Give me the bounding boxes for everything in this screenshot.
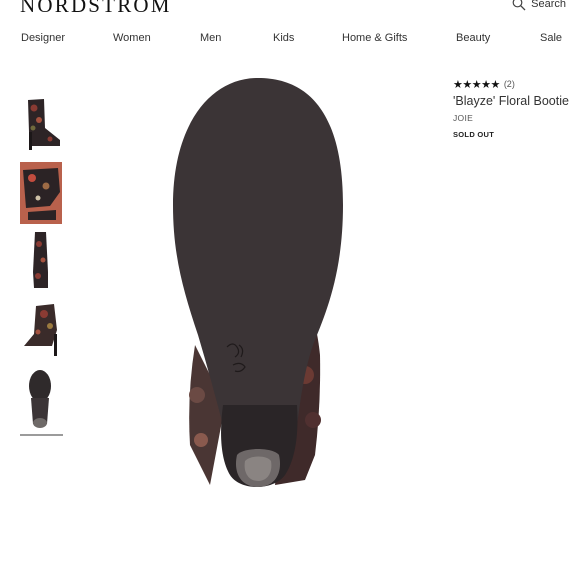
thumbnail-angle-view[interactable] xyxy=(20,300,62,362)
nav-item-women[interactable]: Women xyxy=(113,32,151,44)
thumbnail-front-view[interactable] xyxy=(20,230,62,292)
product-brand[interactable]: JOIE xyxy=(453,113,578,123)
star-rating-icon: ★★★★★ xyxy=(453,78,500,91)
nav-item-kids[interactable]: Kids xyxy=(273,32,294,44)
search-icon xyxy=(512,0,526,11)
nordstrom-logo[interactable]: NORDSTROM xyxy=(20,0,172,18)
product-main-image xyxy=(165,75,350,503)
nav-item-sale[interactable]: Sale xyxy=(540,32,562,44)
rating[interactable]: ★★★★★ (2) xyxy=(453,77,578,91)
search-button[interactable]: Search xyxy=(512,0,566,11)
search-label: Search xyxy=(531,0,566,10)
sold-out-status: SOLD OUT xyxy=(453,130,495,139)
review-count[interactable]: (2) xyxy=(504,79,515,89)
thumbnail-selected-indicator xyxy=(20,434,63,436)
thumbnail-sole-view[interactable] xyxy=(20,368,62,430)
product-title: 'Blayze' Floral Bootie xyxy=(453,94,569,108)
product-info: ★★★★★ (2) 'Blayze' Floral Bootie JOIE SO… xyxy=(453,77,578,140)
main-nav: Designer Women Men Kids Home & Gifts Bea… xyxy=(0,32,580,48)
nav-item-designer[interactable]: Designer xyxy=(21,32,65,44)
nav-item-home-gifts[interactable]: Home & Gifts xyxy=(342,32,407,44)
nav-item-men[interactable]: Men xyxy=(200,32,221,44)
thumbnail-detail-view[interactable] xyxy=(20,162,62,224)
thumbnail-side-view[interactable] xyxy=(20,96,62,158)
nav-item-beauty[interactable]: Beauty xyxy=(456,32,490,44)
